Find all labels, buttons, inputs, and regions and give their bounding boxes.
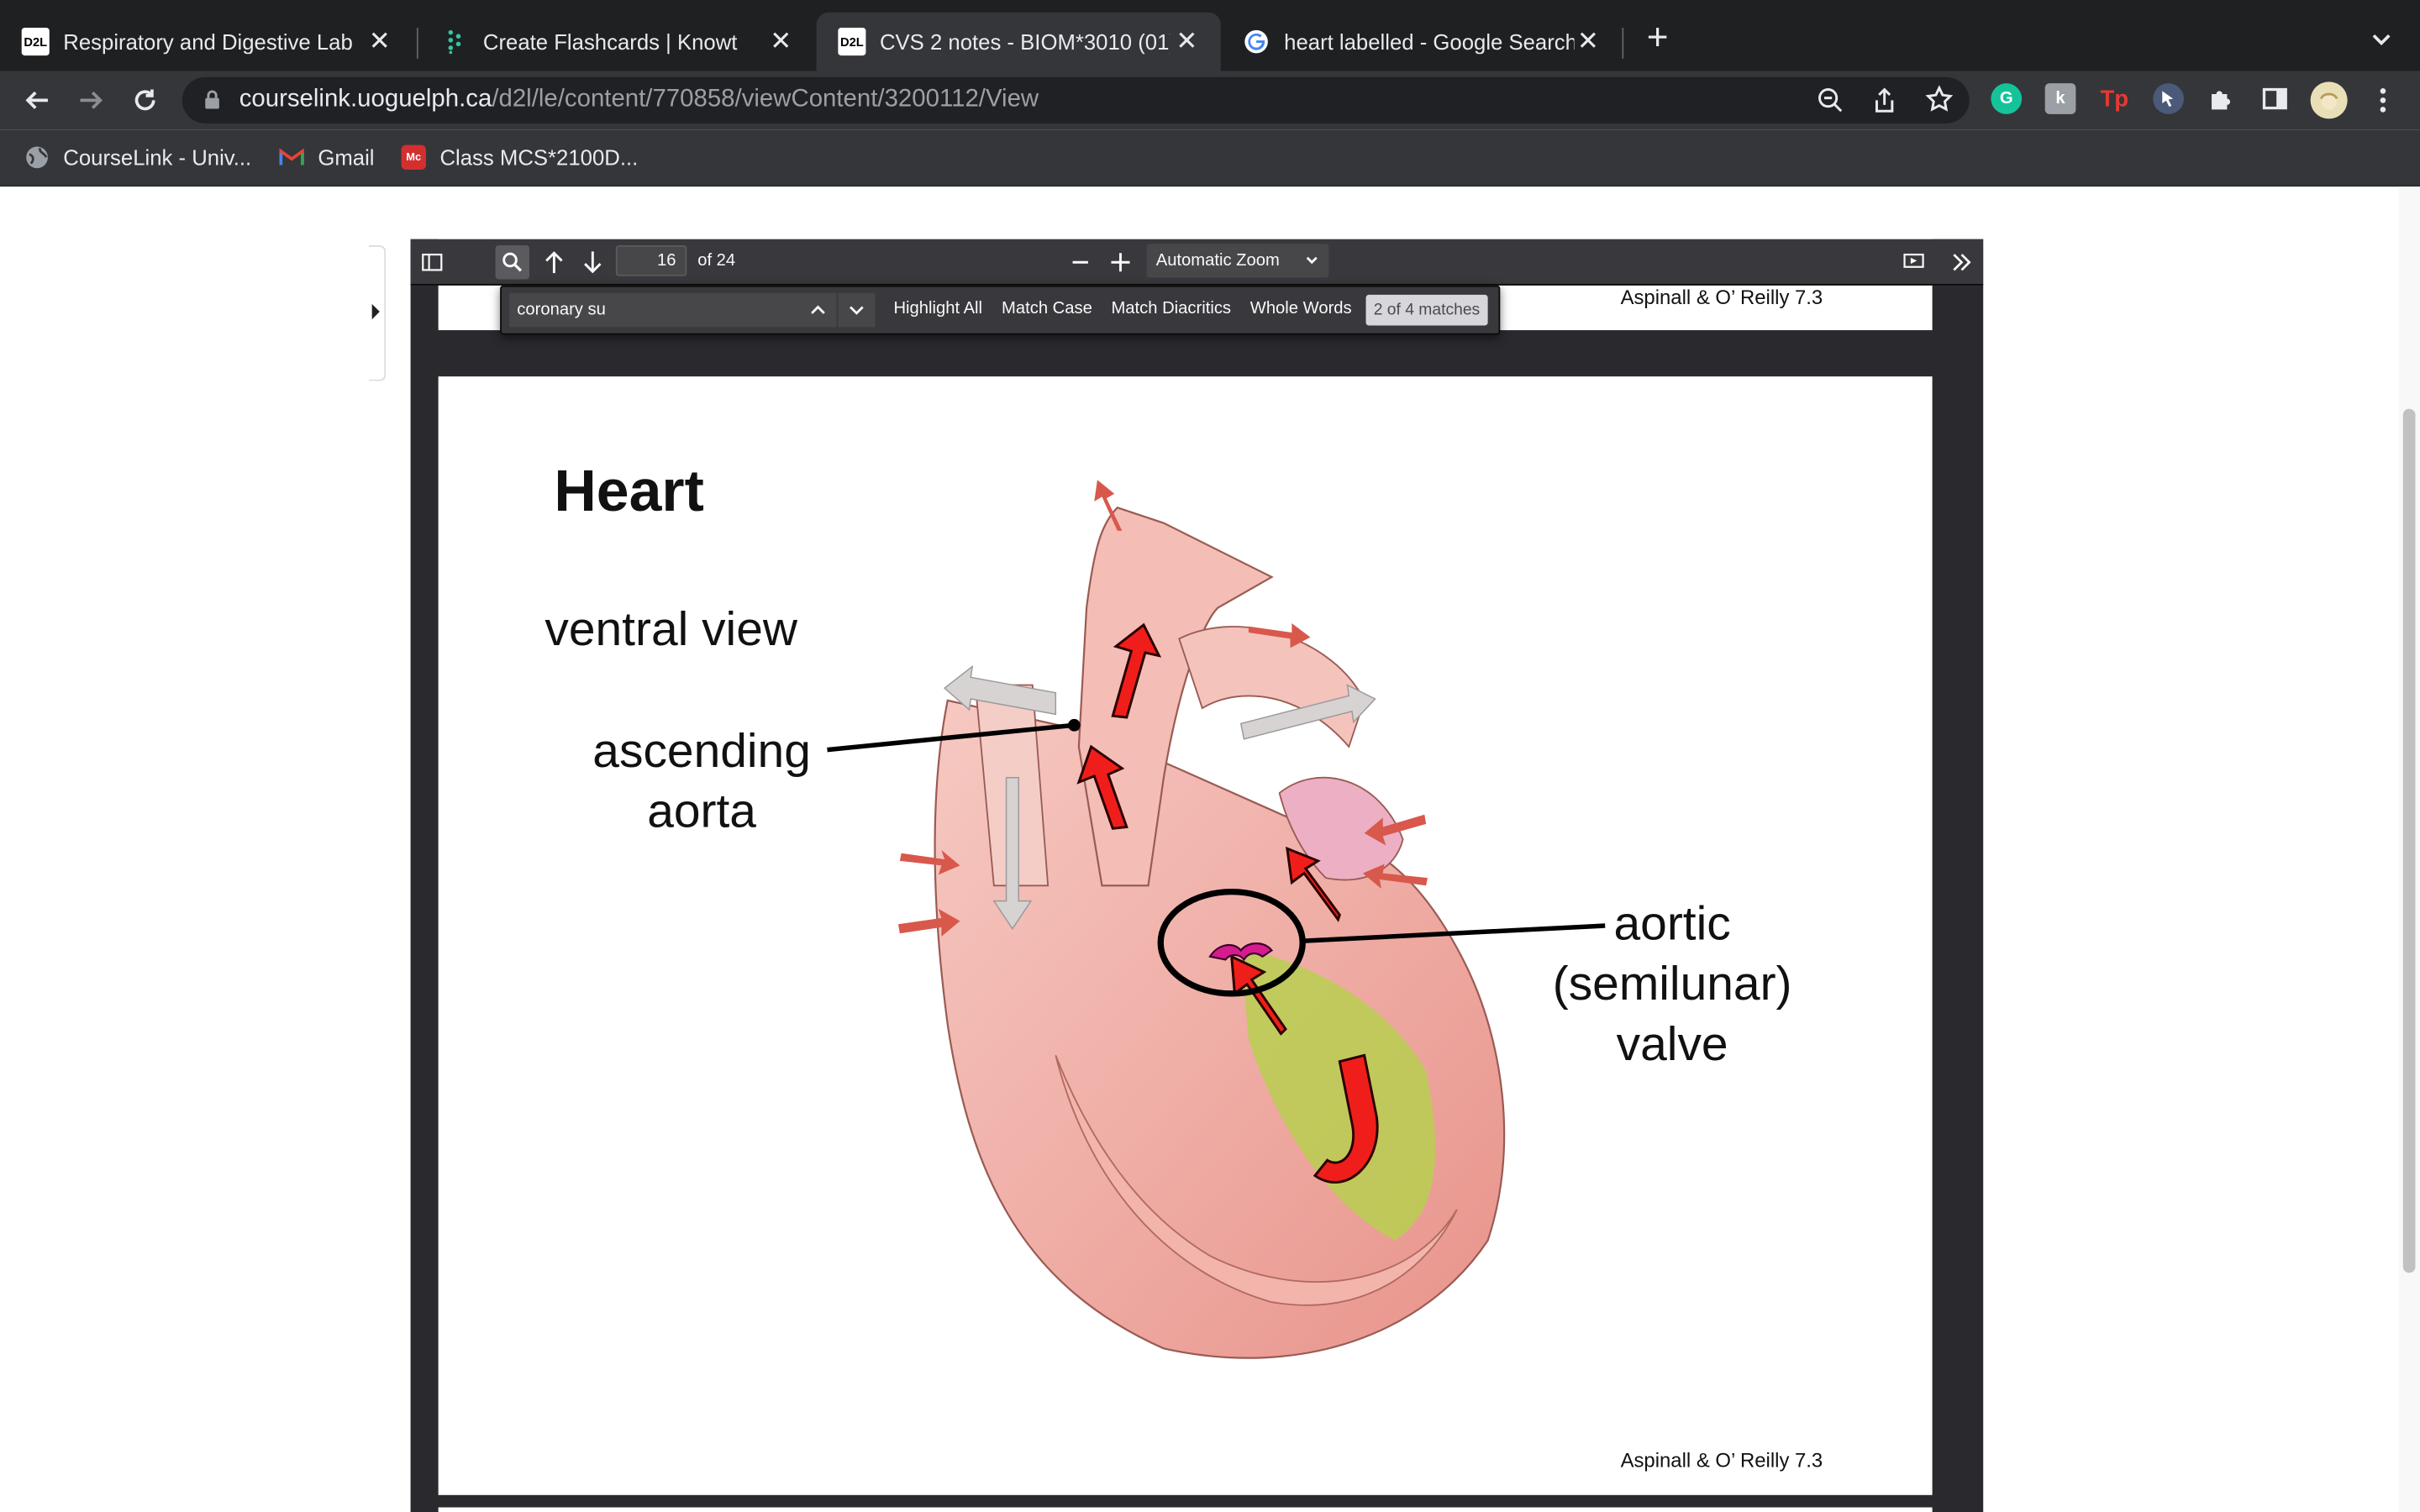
address-bar[interactable]: courselink.uoguelph.ca/d2l/le/content/77… — [182, 76, 1970, 123]
zoom-out-button[interactable] — [1064, 245, 1097, 279]
previous-page-citation: Aspinall & O’ Reilly 7.3 — [1620, 285, 1823, 309]
gmail-icon — [279, 145, 304, 170]
arrow-down-icon — [584, 251, 602, 274]
pdf-toolbar: 16 of 24 Automatic Zoom — [410, 239, 1984, 286]
find-previous-button[interactable] — [799, 292, 837, 328]
tab-title: heart labelled - Google Search — [1284, 29, 1575, 55]
browser-window: D2L Respiratory and Digestive Lab ✕ Crea… — [0, 0, 2420, 1512]
url-host: courselink.uoguelph.ca — [239, 86, 492, 113]
extensions-puzzle-icon[interactable] — [2206, 83, 2237, 114]
highlight-all-option[interactable]: Highlight All — [893, 299, 982, 318]
tab-separator — [416, 28, 418, 59]
zoom-in-button[interactable] — [1103, 245, 1137, 279]
back-arrow-icon — [25, 91, 48, 109]
bookmark-courselink[interactable]: CourseLink - Univ... — [24, 144, 251, 171]
back-button[interactable] — [18, 81, 55, 118]
reload-icon — [134, 89, 155, 111]
zoom-value: Automatic Zoom — [1155, 251, 1280, 270]
url-text: courselink.uoguelph.ca/d2l/le/content/77… — [239, 87, 1039, 114]
reload-button[interactable] — [127, 81, 164, 118]
bookmark-gmail[interactable]: Gmail — [279, 144, 375, 171]
find-result-count: 2 of 4 matches — [1365, 294, 1488, 326]
page-count: of 24 — [697, 251, 736, 270]
find-bar: coronary su Highlight All Match Case Mat… — [500, 285, 1501, 335]
course-sidebar-toggle[interactable] — [368, 245, 387, 381]
pdf-page-16: Heart ventral view ascending aorta aorti… — [438, 376, 1933, 1495]
whole-words-option[interactable]: Whole Words — [1250, 299, 1352, 318]
chevron-down-icon — [850, 306, 864, 315]
d2l-favicon-icon: D2L — [838, 28, 866, 56]
close-tab-icon[interactable]: ✕ — [364, 26, 395, 57]
page-scrollbar[interactable] — [2398, 186, 2420, 1512]
new-tab-button[interactable]: + — [1640, 19, 1674, 56]
minus-icon — [1072, 260, 1088, 264]
sidebar-toggle-icon[interactable] — [415, 245, 449, 279]
pdf-page-next — [438, 1507, 1933, 1512]
match-diacritics-option[interactable]: Match Diacritics — [1111, 299, 1231, 318]
close-tab-icon[interactable]: ✕ — [1573, 26, 1604, 57]
bookmark-label: Class MCS*2100D... — [439, 144, 639, 171]
google-favicon-icon — [1243, 28, 1270, 55]
lock-icon — [203, 90, 220, 118]
forward-button[interactable] — [72, 81, 109, 118]
arrow-up-icon — [545, 251, 563, 274]
tab-respiratory-lab[interactable]: D2L Respiratory and Digestive Lab ✕ — [0, 13, 413, 71]
chevron-up-icon — [811, 305, 825, 314]
mcgraw-hill-icon: Mc — [401, 144, 426, 171]
url-path: /d2l/le/content/770858/viewContent/32001… — [492, 86, 1039, 113]
page-scroll-thumb[interactable] — [2402, 408, 2416, 1273]
page-content: Aspinall & O’ Reilly 7.3 Heart ventral v… — [0, 186, 2420, 1512]
caret-right-icon — [371, 303, 380, 320]
bookmarks-bar: CourseLink - Univ... Gmail Mc Class MCS*… — [0, 129, 2420, 187]
share-icon[interactable] — [1870, 87, 1898, 122]
forward-arrow-icon — [80, 91, 103, 109]
profile-avatar[interactable] — [2310, 81, 2348, 119]
bookmark-mcs2100[interactable]: Mc Class MCS*2100D... — [401, 144, 639, 171]
slide-citation: Aspinall & O’ Reilly 7.3 — [1620, 1448, 1823, 1473]
find-next-button[interactable] — [838, 292, 876, 328]
d2l-favicon-icon: D2L — [21, 28, 50, 56]
chevron-down-icon — [1304, 244, 1319, 290]
close-tab-icon[interactable]: ✕ — [1171, 26, 1202, 57]
bookmark-label: CourseLink - Univ... — [63, 144, 252, 171]
tab-title: Create Flashcards | Knowt — [482, 29, 738, 55]
bookmark-star-icon[interactable] — [1924, 85, 1954, 122]
grammarly-icon[interactable]: G — [1991, 83, 2023, 114]
close-tab-icon[interactable]: ✕ — [765, 26, 797, 57]
heart-diagram — [827, 480, 1606, 1359]
zoom-icon[interactable] — [1817, 87, 1844, 122]
tools-double-chevron-icon[interactable] — [1944, 245, 1978, 279]
extension-k-icon[interactable]: k — [2044, 83, 2076, 114]
globe-icon — [24, 145, 49, 170]
match-case-option[interactable]: Match Case — [1002, 299, 1092, 318]
find-input[interactable]: coronary su — [509, 292, 800, 328]
tab-title: CVS 2 notes - BIOM*3010 (01) — [879, 29, 1171, 55]
tab-separator — [1622, 28, 1624, 59]
tab-strip: D2L Respiratory and Digestive Lab ✕ Crea… — [0, 0, 2420, 71]
tab-knowt[interactable]: Create Flashcards | Knowt ✕ — [420, 13, 815, 71]
bookmark-label: Gmail — [318, 144, 375, 171]
presentation-mode-icon[interactable] — [1897, 245, 1930, 279]
side-panel-icon[interactable] — [2260, 83, 2291, 114]
tab-google-search[interactable]: heart labelled - Google Search ✕ — [1221, 13, 1623, 71]
pdf-viewer: Aspinall & O’ Reilly 7.3 Heart ventral v… — [410, 239, 1984, 1512]
page-number-input[interactable]: 16 — [615, 245, 687, 276]
search-icon — [502, 252, 523, 272]
knowt-favicon-icon — [441, 28, 469, 55]
tab-cvs2-notes[interactable]: D2L CVS 2 notes - BIOM*3010 (01) ✕ — [816, 12, 1221, 71]
plus-icon — [1111, 253, 1130, 272]
find-button[interactable] — [495, 245, 530, 280]
zoom-select[interactable]: Automatic Zoom — [1146, 244, 1329, 278]
leader-dot — [1068, 718, 1081, 732]
previous-page-button[interactable] — [537, 245, 571, 279]
browser-toolbar: courselink.uoguelph.ca/d2l/le/content/77… — [0, 71, 2420, 130]
extension-tp-icon[interactable]: Tp — [2099, 83, 2130, 114]
tab-search-chevron-icon[interactable] — [2368, 24, 2396, 52]
extension-cursor-icon[interactable] — [2153, 83, 2184, 114]
next-page-button[interactable] — [576, 245, 609, 279]
browser-menu-icon[interactable] — [2365, 81, 2402, 118]
tab-title: Respiratory and Digestive Lab — [63, 29, 353, 55]
